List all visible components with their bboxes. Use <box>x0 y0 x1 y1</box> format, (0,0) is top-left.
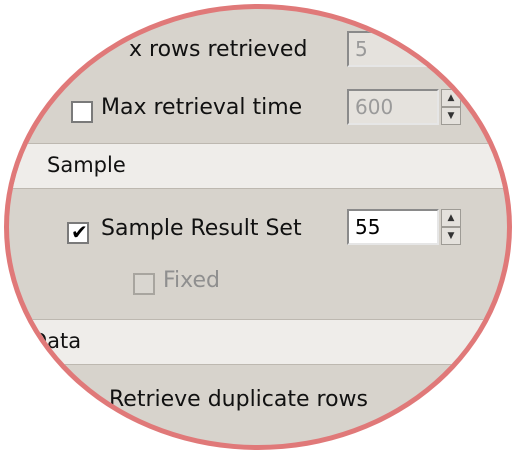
sample-section-title: Sample <box>47 153 126 177</box>
data-section-header: Data <box>9 319 507 365</box>
fixed-checkbox[interactable] <box>133 273 155 295</box>
spin-up-icon[interactable]: ▲ <box>441 89 461 107</box>
sample-result-set-label: Sample Result Set <box>101 216 302 241</box>
sample-result-set-spinner[interactable]: ▲ ▼ <box>441 209 461 245</box>
retrieve-duplicate-rows-label: Retrieve duplicate rows <box>109 387 369 412</box>
spin-down-icon[interactable]: ▼ <box>441 107 461 125</box>
max-retrieval-time-spinner[interactable]: ▲ ▼ <box>441 89 461 125</box>
sample-result-set-field[interactable]: 55 <box>347 209 439 245</box>
spin-up-icon[interactable]: ▲ <box>441 209 461 227</box>
max-retrieval-time-checkbox[interactable] <box>71 101 93 123</box>
max-rows-label: x rows retrieved <box>129 37 308 62</box>
spin-down-icon[interactable]: ▼ <box>441 227 461 245</box>
sample-section-header: Sample <box>9 143 507 189</box>
data-section-title: Data <box>31 329 82 353</box>
sample-result-set-checkbox[interactable]: ✔ <box>67 220 89 244</box>
fixed-label: Fixed <box>163 268 221 293</box>
max-retrieval-time-field[interactable]: 600 <box>347 89 439 125</box>
query-options-panel: x rows retrieved 5 Max retrieval time 60… <box>9 9 507 445</box>
max-rows-field[interactable]: 5 <box>347 31 447 67</box>
check-icon: ✔ <box>71 220 88 244</box>
max-retrieval-time-label: Max retrieval time <box>101 95 303 120</box>
magnifier-frame: x rows retrieved 5 Max retrieval time 60… <box>4 4 512 450</box>
